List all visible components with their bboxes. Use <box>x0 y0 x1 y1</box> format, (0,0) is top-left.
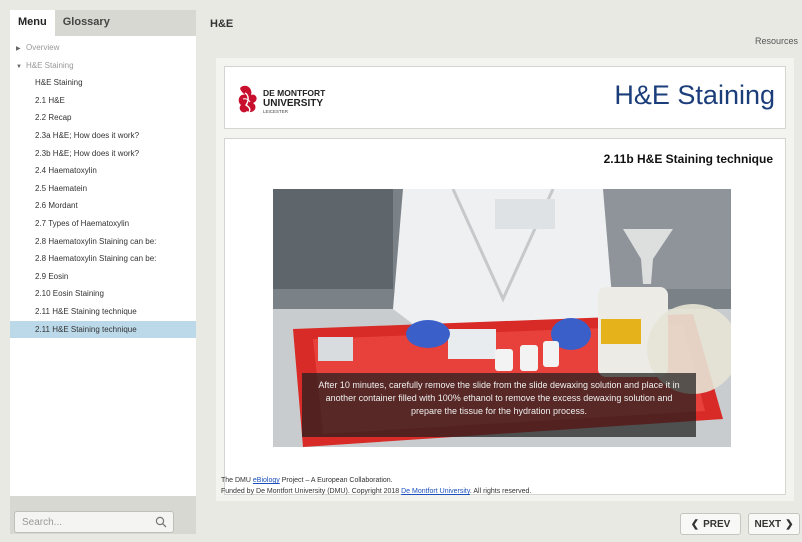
title-banner: DE MONTFORT UNIVERSITY LEICESTER H&E Sta… <box>224 66 786 129</box>
menu-list: ▶ Overview ▼ H&E Staining H&E Staining 2.1… <box>10 36 196 496</box>
resources-link[interactable]: Resources <box>755 36 798 46</box>
svg-text:DE MONTFORT: DE MONTFORT <box>263 88 326 98</box>
search-box <box>14 511 174 533</box>
menu-item[interactable]: 2.9 Eosin <box>10 268 196 286</box>
caret-down-icon: ▼ <box>16 63 22 70</box>
page-title: H&E <box>210 18 234 30</box>
dmu-link[interactable]: De Montfort University <box>401 488 470 495</box>
menu-item[interactable]: H&E Staining <box>10 74 196 92</box>
dmu-logo: DE MONTFORT UNIVERSITY LEICESTER <box>237 81 347 119</box>
menu-item-selected[interactable]: 2.11 H&E Staining technique <box>10 320 196 339</box>
menu-item[interactable]: 2.11 H&E Staining technique <box>10 303 196 321</box>
menu-item[interactable]: 2.1 H&E <box>10 92 196 110</box>
sidebar-tabs: Menu Glossary <box>10 10 196 36</box>
menu-item[interactable]: 2.5 Haematein <box>10 180 196 198</box>
caret-right-icon: ▶ <box>16 46 21 52</box>
footer-credits: The DMU eBiology Project – A European Co… <box>221 475 531 497</box>
slide-title: H&E Staining <box>614 80 775 110</box>
menu-item[interactable]: 2.4 Haematoxylin <box>10 162 196 180</box>
tab-menu[interactable]: Menu <box>10 10 55 36</box>
chevron-left-icon: ❮ <box>690 518 700 530</box>
search-icon[interactable] <box>155 516 167 528</box>
menu-item[interactable]: 2.7 Types of Haematoxylin <box>10 215 196 233</box>
next-button[interactable]: NEXT ❯ <box>748 513 800 535</box>
menu-item-he-staining-section[interactable]: ▼ H&E Staining <box>10 57 196 75</box>
search-input[interactable] <box>15 512 145 533</box>
footer-line-2: Funded by De Montfort University (DMU). … <box>221 488 532 495</box>
menu-item[interactable]: 2.10 Eosin Staining <box>10 285 196 303</box>
chevron-right-icon: ❯ <box>785 518 794 530</box>
prev-button[interactable]: ❮ PREV <box>680 513 741 535</box>
menu-item[interactable]: 2.8 Haematoxylin Staining can be: <box>10 233 196 251</box>
menu-item[interactable]: 2.3b H&E; How does it work? <box>10 145 196 163</box>
video-caption: After 10 minutes, carefully remove the s… <box>302 373 696 437</box>
menu-item[interactable]: 2.3a H&E; How does it work? <box>10 127 196 145</box>
menu-item-overview[interactable]: ▶ Overview <box>10 39 196 57</box>
ebiology-link[interactable]: eBiology <box>253 477 280 484</box>
tab-glossary[interactable]: Glossary <box>55 10 118 36</box>
content-area: DE MONTFORT UNIVERSITY LEICESTER H&E Sta… <box>216 58 794 501</box>
slide-subtitle: 2.11b H&E Staining technique <box>603 152 773 166</box>
menu-item[interactable]: 2.6 Mordant <box>10 197 196 215</box>
dmu-crest-icon: DE MONTFORT UNIVERSITY LEICESTER <box>238 85 326 114</box>
footer-line-1: The DMU eBiology Project – A European Co… <box>221 477 393 484</box>
slide-panel: 2.11b H&E Staining technique After 10 mi… <box>224 138 786 495</box>
menu-item[interactable]: 2.8 Haematoxylin Staining can be: <box>10 250 196 268</box>
svg-text:LEICESTER: LEICESTER <box>263 109 289 114</box>
sidebar: Menu Glossary ▶ Overview ▼ H&E Staining H&… <box>10 10 196 534</box>
menu-item[interactable]: 2.2 Recap <box>10 109 196 127</box>
svg-text:UNIVERSITY: UNIVERSITY <box>263 98 323 109</box>
video-player[interactable]: After 10 minutes, carefully remove the s… <box>273 189 731 447</box>
